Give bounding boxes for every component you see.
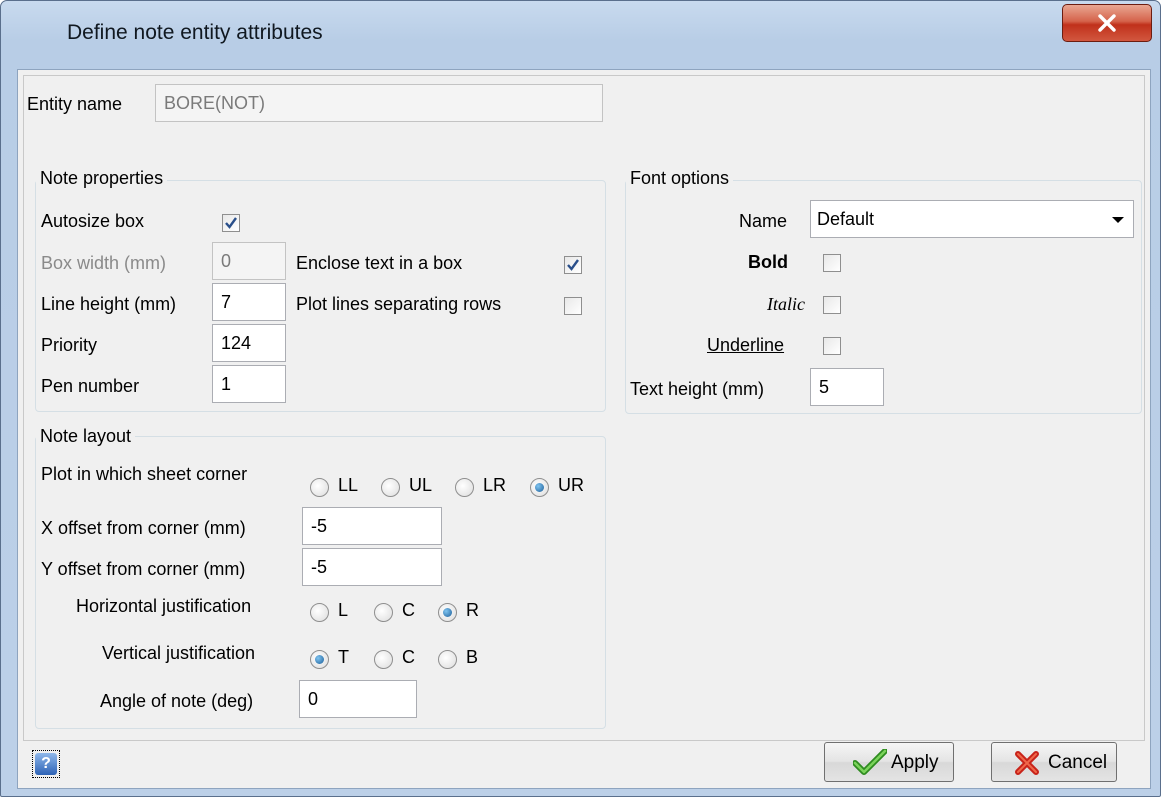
checkmark-icon <box>225 217 237 229</box>
note-layout-title: Note layout <box>36 426 136 447</box>
autosize-checkbox[interactable] <box>222 214 240 232</box>
plot-lines-label: Plot lines separating rows <box>296 294 502 314</box>
italic-checkbox[interactable] <box>823 296 841 314</box>
checkmark-icon <box>567 259 579 271</box>
title-bar: Define note entity attributes <box>1 1 1160 69</box>
line-height-label: Line height (mm) <box>41 294 177 314</box>
cancel-x-icon <box>1015 751 1039 775</box>
entity-name-field[interactable]: BORE(NOT) <box>155 84 603 122</box>
apply-button[interactable]: Apply <box>824 742 954 782</box>
text-height-label: Text height (mm) <box>630 379 765 399</box>
box-width-label: Box width (mm) <box>41 253 167 273</box>
vjust-option-b: B <box>466 647 479 667</box>
corner-option-ur: UR <box>558 475 584 495</box>
vjust-option-c: C <box>402 647 415 667</box>
bold-label: Bold <box>748 252 788 272</box>
note-properties-title: Note properties <box>36 168 168 189</box>
corner-radio-ul[interactable] <box>381 478 400 497</box>
hjust-radio-r[interactable] <box>438 603 457 622</box>
hjust-radio-c[interactable] <box>374 603 393 622</box>
vjust-radio-c[interactable] <box>374 650 393 669</box>
vjust-option-t: T <box>338 647 349 667</box>
y-offset-field[interactable]: -5 <box>302 548 442 586</box>
x-offset-field[interactable]: -5 <box>302 507 442 545</box>
hjust-radio-l[interactable] <box>310 603 329 622</box>
attributes-panel: Entity name BORE(NOT) Note properties Au… <box>23 75 1145 741</box>
vjust-label: Vertical justification <box>102 643 256 663</box>
text-height-field[interactable]: 5 <box>810 368 884 406</box>
checkmark-icon <box>853 749 887 775</box>
hjust-option-r: R <box>466 600 479 620</box>
hjust-option-c: C <box>402 600 415 620</box>
box-width-field[interactable]: 0 <box>212 242 286 280</box>
dialog-client-area: Entity name BORE(NOT) Note properties Au… <box>17 69 1151 789</box>
help-icon: ? <box>35 753 57 775</box>
chevron-down-icon <box>1112 217 1124 223</box>
pen-number-label: Pen number <box>41 376 140 396</box>
line-height-field[interactable]: 7 <box>212 283 286 321</box>
corner-radio-ll[interactable] <box>310 478 329 497</box>
close-icon <box>1098 14 1116 32</box>
corner-radio-ur[interactable] <box>530 478 549 497</box>
hjust-label: Horizontal justification <box>76 596 252 616</box>
underline-checkbox[interactable] <box>823 337 841 355</box>
enclose-checkbox[interactable] <box>564 256 582 274</box>
x-offset-label: X offset from corner (mm) <box>41 518 246 538</box>
entity-name-label: Entity name <box>27 94 123 114</box>
window-title: Define note entity attributes <box>67 21 323 44</box>
help-button[interactable]: ? <box>32 750 60 778</box>
apply-label: Apply <box>891 752 939 773</box>
autosize-label: Autosize box <box>41 211 145 231</box>
italic-label: Italic <box>767 294 805 314</box>
underline-label: Underline <box>707 335 785 355</box>
vjust-radio-b[interactable] <box>438 650 457 669</box>
bold-checkbox[interactable] <box>823 254 841 272</box>
cancel-button[interactable]: Cancel <box>991 742 1117 782</box>
angle-label: Angle of note (deg) <box>100 691 254 711</box>
font-options-title: Font options <box>626 168 734 189</box>
font-name-dropdown[interactable]: Default <box>810 200 1134 238</box>
corner-option-ul: UL <box>409 475 433 495</box>
hjust-option-l: L <box>338 600 349 620</box>
corner-label: Plot in which sheet corner <box>41 464 248 484</box>
corner-radio-lr[interactable] <box>455 478 474 497</box>
plot-lines-checkbox[interactable] <box>564 297 582 315</box>
font-name-label: Name <box>739 211 788 231</box>
y-offset-label: Y offset from corner (mm) <box>41 559 246 579</box>
corner-option-ll: LL <box>338 475 359 495</box>
vjust-radio-t[interactable] <box>310 650 329 669</box>
angle-field[interactable]: 0 <box>299 680 417 718</box>
pen-number-field[interactable]: 1 <box>212 365 286 403</box>
cancel-label: Cancel <box>1048 752 1108 773</box>
close-button[interactable] <box>1062 4 1152 42</box>
enclose-label: Enclose text in a box <box>296 253 463 273</box>
font-name-value: Default <box>817 209 875 229</box>
priority-label: Priority <box>41 335 98 355</box>
corner-option-lr: LR <box>483 475 507 495</box>
priority-field[interactable]: 124 <box>212 324 286 362</box>
dialog-window: Define note entity attributes Entity nam… <box>0 0 1161 797</box>
